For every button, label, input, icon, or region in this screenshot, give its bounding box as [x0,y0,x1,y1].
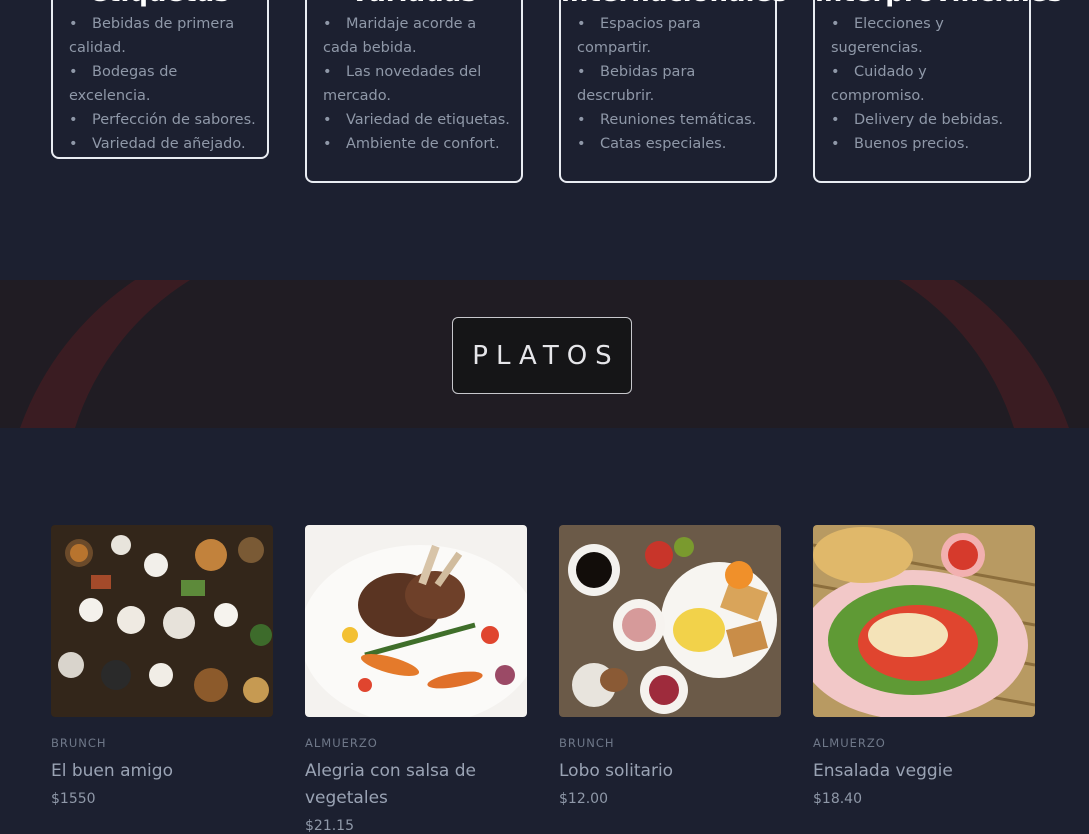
brunch-table-photo[interactable] [51,525,273,717]
dish-card[interactable]: BRUNCH El buen amigo $1550 [51,525,273,807]
feature-item: • Las novedades del mercado. [323,64,482,104]
feature-item: • Cuidado y compromiso. [831,64,927,104]
feature-title: internacionales [561,0,788,8]
dish-category: ALMUERZO [813,736,886,750]
dish-name[interactable]: Alegria con salsa de vegetales [305,758,527,812]
dish-price: $1550 [51,791,96,807]
dish-card[interactable]: ALMUERZO Ensalada veggie $18.40 [813,525,1035,807]
feature-list: • Elecciones y sugerencias. • Cuidado y co… [831,12,1019,156]
feature-item: • Bodegas de excelencia. [69,64,178,104]
section-title-box: PLATOS [452,317,632,394]
feature-title: interprovinciales [815,0,1063,8]
feature-card: internacionales •Espacios para compartir… [559,0,788,183]
feature-list: • Maridaje acorde a cada bebida. • Las nov… [323,12,511,156]
decorative-arc-right [899,280,1069,428]
dish-price: $21.15 [305,818,354,834]
decorative-arc-left [20,280,190,428]
feature-title: variadas [307,0,521,8]
feature-item: • Variedad de etiquetas. [323,112,510,128]
feature-item: • Catas especiales. [577,136,727,152]
feature-item: • Variedad de añejado. [69,136,246,152]
feature-item: • Perfección de sabores. [69,112,256,128]
dish-category: ALMUERZO [305,736,378,750]
feature-item: • Bebidas de primera calidad. [69,16,235,56]
dish-price: $12.00 [559,791,608,807]
dish-price: $18.40 [813,791,862,807]
dish-name[interactable]: El buen amigo [51,758,273,785]
feature-list: • Bebidas de primera calidad. • Bodegas de… [69,12,257,156]
lamb-chops-photo[interactable] [305,525,527,717]
feature-card: etiquetas •Bebidas de primera calidad. •… [51,0,269,159]
feature-item: • Maridaje acorde a cada bebida. [323,16,477,56]
feature-title: etiquetas [53,0,267,8]
section-title: PLATOS [472,340,620,371]
feature-item: • Delivery de bebidas. [831,112,1004,128]
feature-item: • Elecciones y sugerencias. [831,16,944,56]
dish-card[interactable]: ALMUERZO Alegria con salsa de vegetales … [305,525,527,834]
feature-item: • Bebidas para descrubrir. [577,64,696,104]
feature-item: • Reuniones temáticas. [577,112,757,128]
dish-name[interactable]: Ensalada veggie [813,758,1035,785]
salad-plate-photo[interactable] [813,525,1035,717]
breakfast-spread-photo[interactable] [559,525,781,717]
dish-category: BRUNCH [559,736,615,750]
feature-card: variadas •Maridaje acorde a cada bebida.… [305,0,523,183]
feature-item: • Espacios para compartir. [577,16,701,56]
features-section: etiquetas •Bebidas de primera calidad. •… [0,0,1089,280]
dish-category: BRUNCH [51,736,107,750]
feature-item: • Buenos precios. [831,136,970,152]
dish-name[interactable]: Lobo solitario [559,758,781,785]
feature-item: • Ambiente de confort. [323,136,500,152]
dish-card[interactable]: BRUNCH Lobo solitario $12.00 [559,525,781,807]
feature-list: • Espacios para compartir. • Bebidas para … [577,12,765,156]
section-banner: PLATOS [0,280,1089,428]
feature-card: interprovinciales •Elecciones y sugerenc… [813,0,1063,183]
